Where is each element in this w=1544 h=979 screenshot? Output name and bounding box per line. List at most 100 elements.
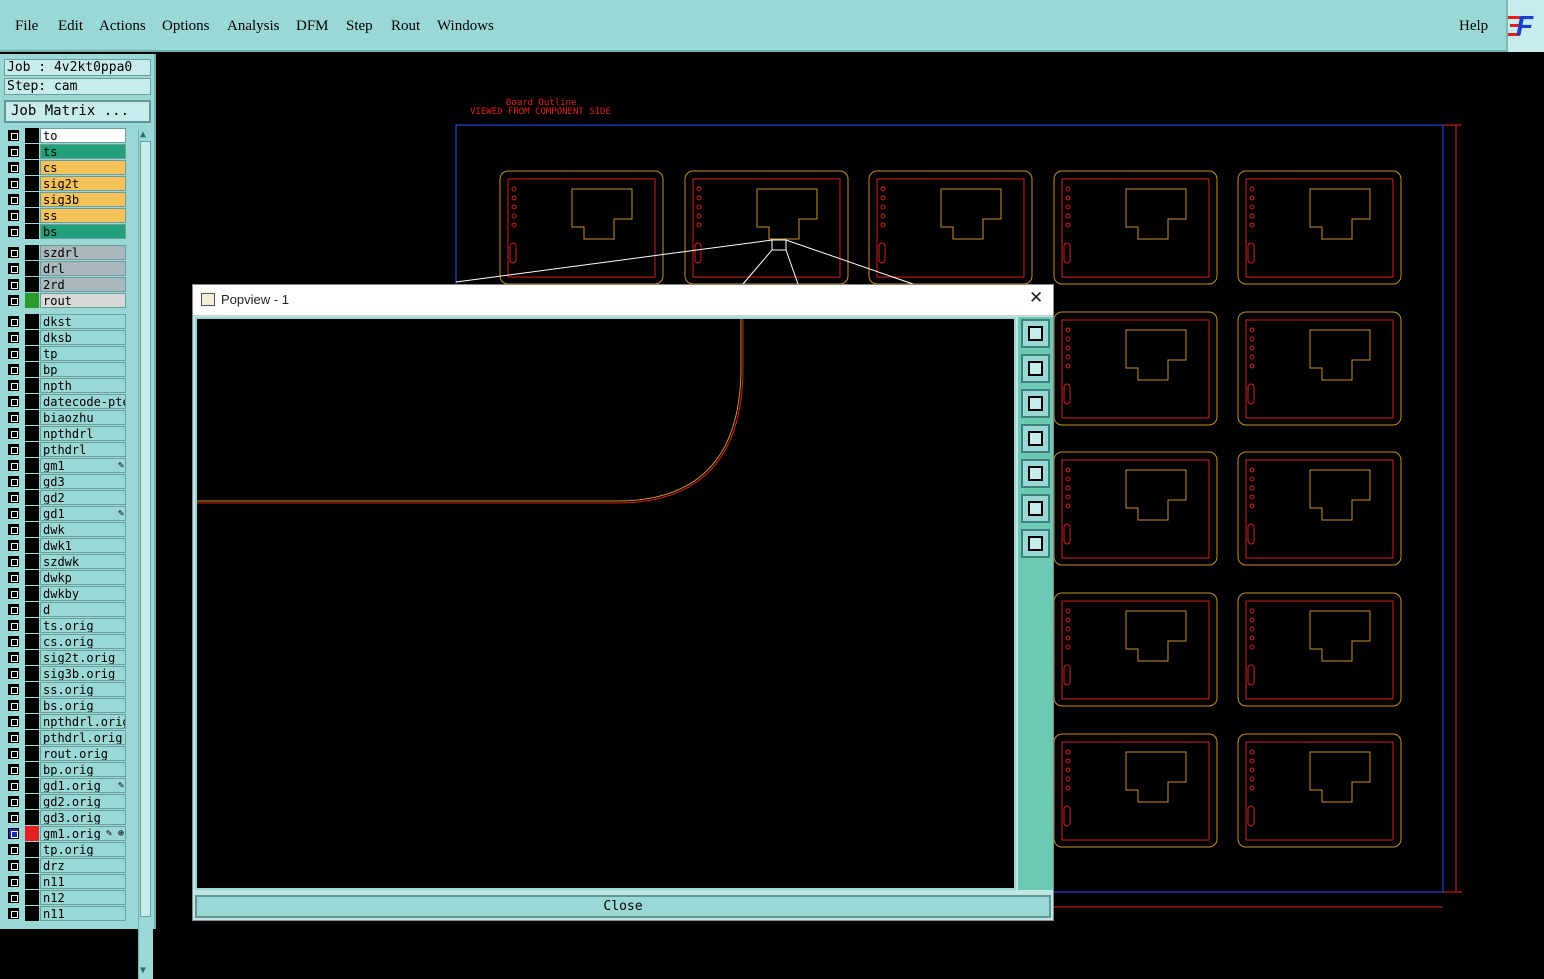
layer-checkbox[interactable] bbox=[8, 524, 19, 535]
layer-color-swatch[interactable] bbox=[25, 458, 39, 473]
layer-checkbox[interactable] bbox=[8, 716, 19, 727]
layer-row-szdwk[interactable]: szdwk bbox=[4, 554, 126, 569]
layer-checkbox[interactable] bbox=[8, 636, 19, 647]
pan-left-button[interactable] bbox=[1021, 424, 1050, 453]
layer-checkbox[interactable] bbox=[8, 748, 19, 759]
scrollbar-thumb[interactable] bbox=[140, 141, 151, 917]
layer-name[interactable]: n11 bbox=[40, 874, 126, 889]
layer-checkbox[interactable] bbox=[8, 247, 19, 258]
layer-checkbox[interactable] bbox=[8, 796, 19, 807]
layer-name[interactable]: tp.orig bbox=[40, 842, 126, 857]
layer-name[interactable]: bp bbox=[40, 362, 126, 377]
layer-row-sig3b[interactable]: sig3b bbox=[4, 192, 126, 207]
layer-name[interactable]: ts.orig bbox=[40, 618, 126, 633]
layer-color-swatch[interactable] bbox=[25, 602, 39, 617]
scroll-down-icon[interactable]: ▼ bbox=[140, 965, 146, 976]
layer-color-swatch[interactable] bbox=[25, 874, 39, 889]
layer-color-swatch[interactable] bbox=[25, 890, 39, 905]
layer-color-swatch[interactable] bbox=[25, 570, 39, 585]
layer-row-npth[interactable]: npth bbox=[4, 378, 126, 393]
layer-name[interactable]: gd2 bbox=[40, 490, 126, 505]
layer-checkbox[interactable] bbox=[8, 700, 19, 711]
layer-color-swatch[interactable] bbox=[25, 192, 39, 207]
close-button[interactable]: Close bbox=[195, 895, 1051, 918]
layer-row-n11[interactable]: n11 bbox=[4, 874, 126, 889]
layer-checkbox[interactable] bbox=[8, 162, 19, 173]
layer-name[interactable]: sig3b.orig bbox=[40, 666, 126, 681]
layer-row-to[interactable]: to bbox=[4, 128, 126, 143]
layer-color-swatch[interactable] bbox=[25, 506, 39, 521]
layer-checkbox[interactable] bbox=[8, 860, 19, 871]
layer-scrollbar[interactable]: ▲ ▼ bbox=[138, 129, 153, 979]
layer-row-sig3b-orig[interactable]: sig3b.orig bbox=[4, 666, 126, 681]
layer-name[interactable]: drl bbox=[40, 261, 126, 276]
layer-row-bs[interactable]: bs bbox=[4, 224, 126, 239]
layer-color-swatch[interactable] bbox=[25, 682, 39, 697]
layer-color-swatch[interactable] bbox=[25, 618, 39, 633]
pan-down-button[interactable] bbox=[1021, 389, 1050, 418]
layer-color-swatch[interactable] bbox=[25, 714, 39, 729]
layer-name[interactable]: gm1 bbox=[40, 458, 126, 473]
layer-checkbox[interactable] bbox=[8, 908, 19, 919]
layer-row-n12[interactable]: n12 bbox=[4, 890, 126, 905]
layer-row-npthdrl-orig[interactable]: npthdrl.orig bbox=[4, 714, 126, 729]
layer-color-swatch[interactable] bbox=[25, 442, 39, 457]
layer-checkbox[interactable] bbox=[8, 780, 19, 791]
layer-name[interactable]: npth bbox=[40, 378, 126, 393]
layer-checkbox[interactable] bbox=[8, 460, 19, 471]
layer-checkbox[interactable] bbox=[8, 210, 19, 221]
layer-checkbox[interactable] bbox=[8, 332, 19, 343]
menu-step[interactable]: Step bbox=[346, 18, 373, 35]
layer-checkbox[interactable] bbox=[8, 588, 19, 599]
layer-checkbox[interactable] bbox=[8, 652, 19, 663]
layer-row-pthdrl[interactable]: pthdrl bbox=[4, 442, 126, 457]
layer-color-swatch[interactable] bbox=[25, 666, 39, 681]
layer-color-swatch[interactable] bbox=[25, 410, 39, 425]
layer-checkbox[interactable] bbox=[8, 684, 19, 695]
layer-name[interactable]: to bbox=[40, 128, 126, 143]
layer-row-cs[interactable]: cs bbox=[4, 160, 126, 175]
menu-windows[interactable]: Windows bbox=[437, 18, 494, 35]
scroll-up-icon[interactable]: ▲ bbox=[140, 129, 146, 140]
layer-row-tp-orig[interactable]: tp.orig bbox=[4, 842, 126, 857]
layer-row-gd3-orig[interactable]: gd3.orig bbox=[4, 810, 126, 825]
layer-row-cs-orig[interactable]: cs.orig bbox=[4, 634, 126, 649]
layer-color-swatch[interactable] bbox=[25, 810, 39, 825]
layer-color-swatch[interactable] bbox=[25, 144, 39, 159]
layer-row-gd2[interactable]: gd2 bbox=[4, 490, 126, 505]
layer-checkbox[interactable] bbox=[8, 844, 19, 855]
layer-name[interactable]: d bbox=[40, 602, 126, 617]
layer-name[interactable]: rout.orig bbox=[40, 746, 126, 761]
layer-color-swatch[interactable] bbox=[25, 858, 39, 873]
layer-row-ts[interactable]: ts bbox=[4, 144, 126, 159]
layer-color-swatch[interactable] bbox=[25, 746, 39, 761]
layer-color-swatch[interactable] bbox=[25, 538, 39, 553]
layer-name[interactable]: datecode-pte bbox=[40, 394, 126, 409]
layer-row-gd1-orig[interactable]: gd1.orig ✎ bbox=[4, 778, 126, 793]
layer-checkbox[interactable] bbox=[8, 572, 19, 583]
layer-color-swatch[interactable] bbox=[25, 394, 39, 409]
menu-dfm[interactable]: DFM bbox=[296, 18, 329, 35]
layer-checkbox[interactable] bbox=[8, 279, 19, 290]
layer-checkbox[interactable] bbox=[8, 732, 19, 743]
layer-name[interactable]: gd3.orig bbox=[40, 810, 126, 825]
layer-row-dwk1[interactable]: dwk1 bbox=[4, 538, 126, 553]
layer-checkbox[interactable] bbox=[8, 428, 19, 439]
layer-checkbox[interactable] bbox=[8, 226, 19, 237]
layer-row-gd1[interactable]: gd1 ✎ bbox=[4, 506, 126, 521]
layer-row-dkst[interactable]: dkst bbox=[4, 314, 126, 329]
layer-row-ss[interactable]: ss bbox=[4, 208, 126, 223]
layer-name[interactable]: dwk1 bbox=[40, 538, 126, 553]
layer-name[interactable]: cs.orig bbox=[40, 634, 126, 649]
layer-row-dksb[interactable]: dksb bbox=[4, 330, 126, 345]
layer-name[interactable]: dksb bbox=[40, 330, 126, 345]
layer-color-swatch[interactable] bbox=[25, 426, 39, 441]
layer-checkbox[interactable] bbox=[8, 380, 19, 391]
layer-checkbox[interactable] bbox=[8, 668, 19, 679]
layer-row-ss-orig[interactable]: ss.orig bbox=[4, 682, 126, 697]
layer-color-swatch[interactable] bbox=[25, 778, 39, 793]
layer-name[interactable]: bp.orig bbox=[40, 762, 126, 777]
layer-name[interactable]: n11 bbox=[40, 906, 126, 921]
menu-actions[interactable]: Actions bbox=[99, 18, 146, 35]
layer-name[interactable]: sig2t bbox=[40, 176, 126, 191]
